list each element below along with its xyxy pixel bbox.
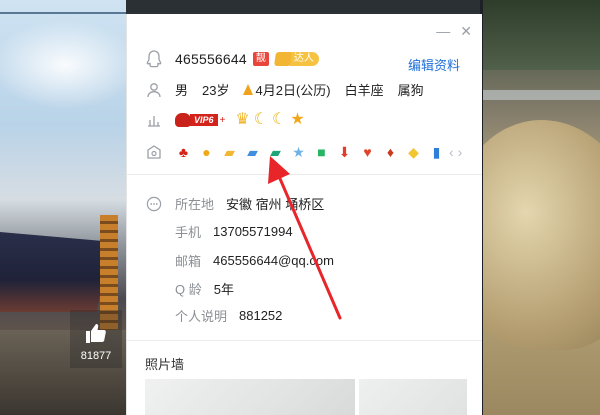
phone-medal-icon[interactable]: ▮ bbox=[428, 144, 445, 161]
photo-wall-title: 照片墙 bbox=[145, 357, 185, 372]
photo-edge bbox=[0, 12, 126, 14]
location-value: 安徽 宿州 埇桥区 bbox=[226, 197, 325, 212]
signature-label: 个人说明 bbox=[175, 309, 228, 324]
window-controls: — ✕ bbox=[436, 24, 472, 38]
down-arrow-medal-icon[interactable]: ⬇ bbox=[336, 144, 353, 161]
moon-icon: ☾ bbox=[253, 111, 269, 128]
email-value: 465556644@qq.com bbox=[213, 253, 334, 268]
vip-plus-icon: + bbox=[219, 114, 226, 126]
photo-thumbnail[interactable] bbox=[145, 379, 355, 415]
qage-row: Q 龄 5年 bbox=[175, 279, 234, 298]
qage-value: 5年 bbox=[213, 282, 234, 297]
location-row: 所在地 安徽 宿州 埇桥区 bbox=[127, 194, 324, 213]
moon-icon: ☾ bbox=[272, 111, 287, 128]
signature-row: 个人说明 881252 bbox=[175, 306, 282, 325]
level-row: VIP6 + ♛ ☾ ☾ ★ bbox=[127, 111, 305, 129]
phone-value: 13705571994 bbox=[213, 224, 293, 239]
more-icon bbox=[145, 195, 163, 213]
star-icon: ★ bbox=[290, 111, 305, 128]
medals-row: ♣ ● ▰ ▰ ▰ ★ ■ ⬇ ♥ ♦ ◆ ▮ ‹ › bbox=[127, 143, 462, 161]
penguin-medal-icon[interactable]: ♣ bbox=[175, 144, 192, 161]
phone-label: 手机 bbox=[175, 225, 202, 240]
daren-icon bbox=[273, 52, 292, 66]
minimize-icon[interactable]: — bbox=[436, 24, 450, 38]
blue-chat-medal-icon[interactable]: ▰ bbox=[244, 144, 261, 161]
sea bbox=[480, 90, 600, 100]
qq-number: 465556644 bbox=[175, 51, 247, 67]
qage-label: Q 龄 bbox=[175, 282, 202, 297]
divider bbox=[127, 174, 482, 175]
photo-wall bbox=[145, 379, 467, 415]
medal-wall-icon bbox=[145, 143, 163, 161]
background-photo-right bbox=[480, 0, 600, 415]
cloud bbox=[0, 20, 126, 110]
daren-label: 达人 bbox=[288, 52, 319, 66]
liang-badge[interactable]: 靓 bbox=[252, 52, 269, 66]
divider bbox=[127, 340, 482, 341]
birthday-icon bbox=[243, 84, 254, 95]
daren-badge[interactable]: 达人 bbox=[273, 51, 319, 67]
chat-medal-icon[interactable]: ▰ bbox=[221, 144, 238, 161]
phone-row: 手机 13705571994 bbox=[175, 222, 293, 241]
ship-hull bbox=[0, 232, 110, 312]
level-icons[interactable]: ♛ ☾ ☾ ★ bbox=[235, 112, 304, 128]
green-chat-medal-icon[interactable]: ▰ bbox=[267, 144, 284, 161]
zodiac: 属狗 bbox=[397, 83, 424, 98]
age: 23岁 bbox=[202, 83, 230, 98]
vip-badge[interactable]: VIP6 + bbox=[175, 112, 225, 128]
flame-medal-icon[interactable]: ♦ bbox=[382, 144, 399, 161]
person-icon bbox=[145, 81, 163, 99]
thumbs-up-icon bbox=[86, 324, 106, 343]
vip-penguin-icon bbox=[175, 113, 191, 127]
email-row: 邮箱 465556644@qq.com bbox=[175, 251, 334, 270]
vip-label: VIP6 bbox=[190, 114, 218, 126]
constellation: 白羊座 bbox=[344, 83, 384, 98]
penguin-outline-icon bbox=[145, 50, 163, 68]
basic-info-row: 男 23岁 4月2日(公历) 白羊座 属狗 bbox=[127, 80, 424, 99]
qq-show-medal-icon[interactable]: ● bbox=[198, 144, 215, 161]
qq-number-row: 465556644 靓 达人 bbox=[127, 50, 319, 68]
photo-thumbnail[interactable] bbox=[359, 379, 467, 415]
level-chart-icon bbox=[145, 111, 163, 129]
close-icon[interactable]: ✕ bbox=[460, 24, 472, 38]
profile-card: — ✕ 465556644 靓 达人 编辑资料 男 23岁 4月2日(公历) 白… bbox=[126, 14, 482, 415]
diamond-medal-icon[interactable]: ◆ bbox=[405, 144, 422, 161]
medal-next-icon[interactable]: › bbox=[458, 145, 463, 159]
medal-list: ♣ ● ▰ ▰ ▰ ★ ■ ⬇ ♥ ♦ ◆ ▮ bbox=[175, 144, 445, 161]
star-medal-icon[interactable]: ★ bbox=[290, 144, 307, 161]
edit-profile-link[interactable]: 编辑资料 bbox=[408, 55, 460, 74]
foliage bbox=[480, 0, 600, 70]
birthday: 4月2日(公历) bbox=[255, 83, 331, 98]
like-button[interactable]: 81877 bbox=[70, 310, 122, 368]
like-count: 81877 bbox=[80, 350, 112, 362]
signature-value: 881252 bbox=[239, 308, 283, 323]
rock bbox=[480, 120, 600, 350]
gift-medal-icon[interactable]: ■ bbox=[313, 144, 330, 161]
email-label: 邮箱 bbox=[175, 254, 202, 269]
medal-prev-icon[interactable]: ‹ bbox=[449, 145, 454, 159]
crown-icon: ♛ bbox=[235, 111, 250, 128]
location-label: 所在地 bbox=[175, 197, 215, 212]
heart-medal-icon[interactable]: ♥ bbox=[359, 144, 376, 161]
gender: 男 bbox=[175, 83, 189, 98]
